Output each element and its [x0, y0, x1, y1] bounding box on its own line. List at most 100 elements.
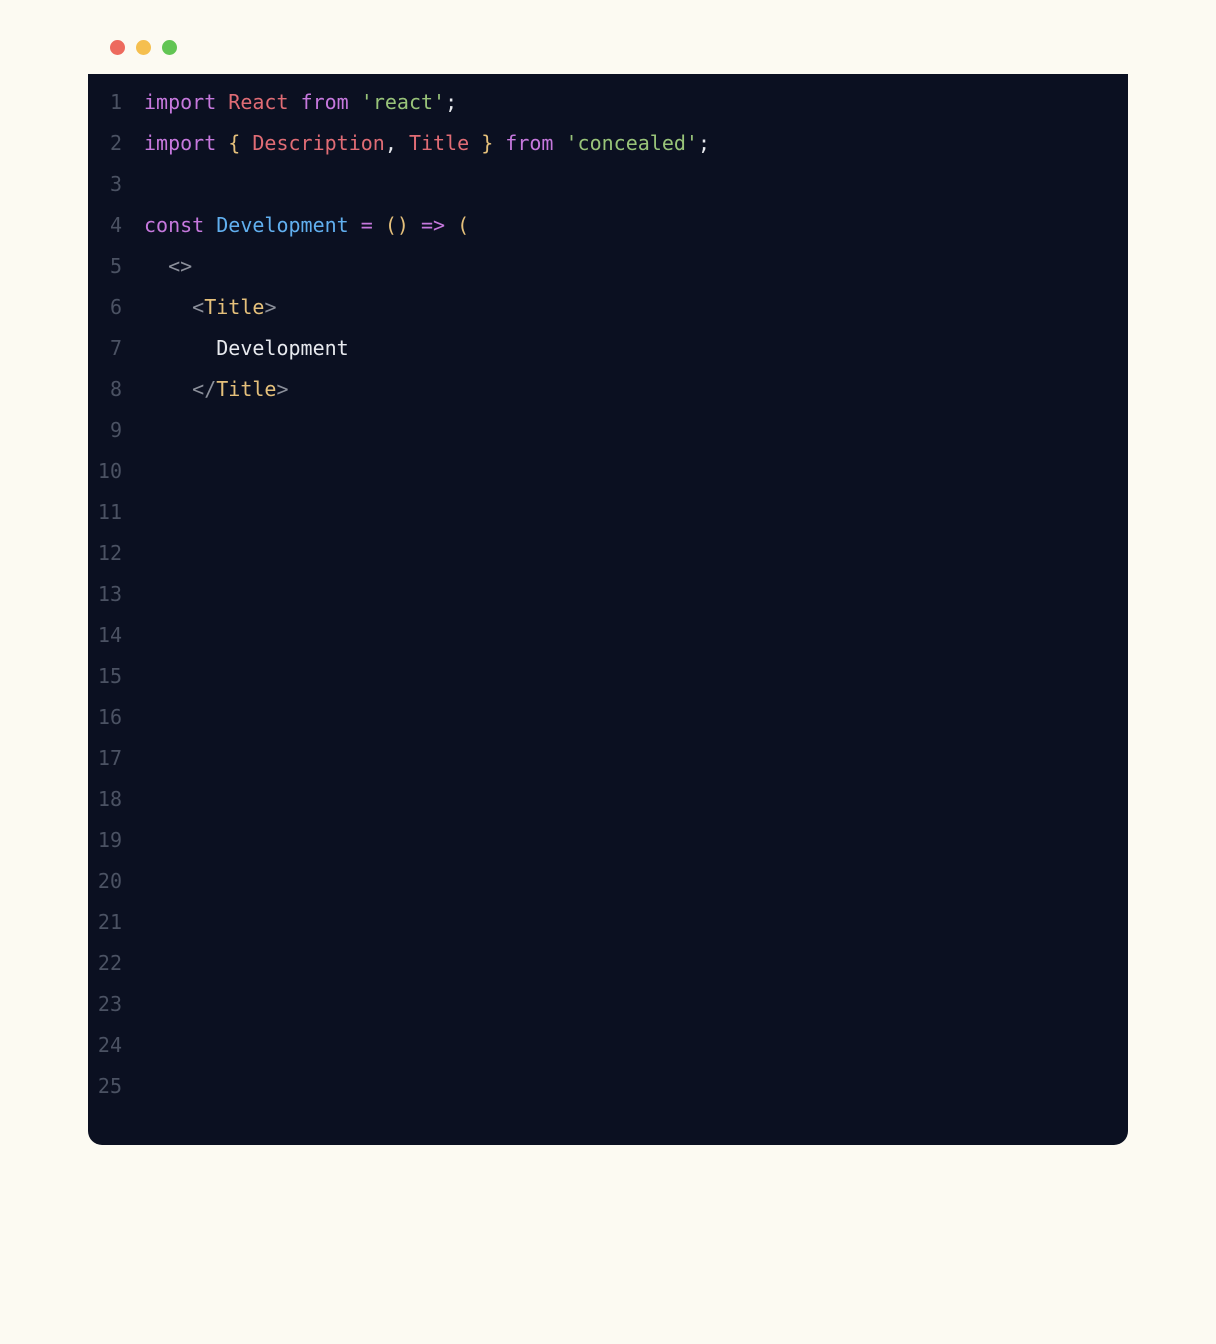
code-token: const [144, 213, 204, 237]
code-token: ( [385, 213, 397, 237]
code-token: ; [698, 131, 710, 155]
code-editor[interactable]: 1import React from 'react';2import { Des… [88, 74, 1128, 1145]
line-number: 5 [88, 256, 144, 276]
line-number: 18 [88, 789, 144, 809]
code-content[interactable]: <> [144, 256, 192, 276]
code-token [349, 213, 361, 237]
code-line[interactable]: 24 [88, 1035, 1128, 1076]
code-line[interactable]: 20 [88, 871, 1128, 912]
code-token [469, 131, 481, 155]
line-number: 20 [88, 871, 144, 891]
line-number: 2 [88, 133, 144, 153]
line-number: 16 [88, 707, 144, 727]
code-token: ; [445, 90, 457, 114]
code-line[interactable]: 2import { Description, Title } from 'con… [88, 133, 1128, 174]
code-line[interactable]: 18 [88, 789, 1128, 830]
close-icon[interactable] [110, 40, 125, 55]
code-token [216, 131, 228, 155]
line-number: 24 [88, 1035, 144, 1055]
code-line[interactable]: 17 [88, 748, 1128, 789]
code-token: { [228, 131, 240, 155]
code-token: <> [168, 254, 192, 278]
code-token: Title [216, 377, 276, 401]
code-content[interactable]: </Title> [144, 379, 289, 399]
line-number: 13 [88, 584, 144, 604]
code-line[interactable]: 16 [88, 707, 1128, 748]
code-token: import [144, 131, 216, 155]
code-line[interactable]: 11 [88, 502, 1128, 543]
code-token [493, 131, 505, 155]
code-token: </ [192, 377, 216, 401]
code-content[interactable]: <Title> [144, 297, 276, 317]
minimize-icon[interactable] [136, 40, 151, 55]
code-token: => [421, 213, 445, 237]
code-token [144, 377, 192, 401]
code-token [204, 213, 216, 237]
code-line[interactable]: 19 [88, 830, 1128, 871]
code-line[interactable]: 21 [88, 912, 1128, 953]
code-token: ( [457, 213, 469, 237]
line-number: 17 [88, 748, 144, 768]
code-token [144, 336, 216, 360]
line-number: 15 [88, 666, 144, 686]
line-number: 1 [88, 92, 144, 112]
code-token: import [144, 90, 216, 114]
line-number: 19 [88, 830, 144, 850]
code-line[interactable]: 22 [88, 953, 1128, 994]
code-token: Title [409, 131, 469, 155]
code-token: < [192, 295, 204, 319]
line-number: 7 [88, 338, 144, 358]
code-token [216, 90, 228, 114]
line-number: 22 [88, 953, 144, 973]
code-token: Development [216, 336, 348, 360]
code-token: Description [252, 131, 384, 155]
code-token [144, 295, 192, 319]
code-line[interactable]: 7 Development [88, 338, 1128, 379]
code-token [349, 90, 361, 114]
code-token: , [385, 131, 397, 155]
code-line[interactable]: 23 [88, 994, 1128, 1035]
line-number: 23 [88, 994, 144, 1014]
code-line[interactable]: 1import React from 'react'; [88, 92, 1128, 133]
code-line[interactable]: 5 <> [88, 256, 1128, 297]
code-token: Title [204, 295, 264, 319]
code-token: > [276, 377, 288, 401]
line-number: 8 [88, 379, 144, 399]
line-number: 14 [88, 625, 144, 645]
code-line[interactable]: 15 [88, 666, 1128, 707]
line-number: 12 [88, 543, 144, 563]
code-line[interactable]: 10 [88, 461, 1128, 502]
code-token: ) [397, 213, 409, 237]
code-line[interactable]: 4const Development = () => ( [88, 215, 1128, 256]
code-token [144, 254, 168, 278]
code-content[interactable]: import { Description, Title } from 'conc… [144, 133, 710, 153]
line-number: 4 [88, 215, 144, 235]
code-line[interactable]: 3 [88, 174, 1128, 215]
code-line[interactable]: 9 [88, 420, 1128, 461]
maximize-icon[interactable] [162, 40, 177, 55]
code-line[interactable]: 13 [88, 584, 1128, 625]
code-token [409, 213, 421, 237]
line-number: 6 [88, 297, 144, 317]
editor-window: 1import React from 'react';2import { Des… [88, 20, 1128, 1145]
line-number: 21 [88, 912, 144, 932]
code-token [373, 213, 385, 237]
code-token: 'react' [361, 90, 445, 114]
code-line[interactable]: 12 [88, 543, 1128, 584]
code-line[interactable]: 14 [88, 625, 1128, 666]
code-token [240, 131, 252, 155]
code-content[interactable]: import React from 'react'; [144, 92, 457, 112]
line-number: 3 [88, 174, 144, 194]
code-line[interactable]: 8 </Title> [88, 379, 1128, 420]
code-content[interactable]: const Development = () => ( [144, 215, 469, 235]
code-token [553, 131, 565, 155]
line-number: 10 [88, 461, 144, 481]
code-content[interactable]: Development [144, 338, 349, 358]
line-number: 9 [88, 420, 144, 440]
code-token: 'concealed' [566, 131, 698, 155]
window-titlebar [88, 20, 1128, 74]
code-token: = [361, 213, 373, 237]
code-line[interactable]: 25 [88, 1076, 1128, 1117]
code-line[interactable]: 6 <Title> [88, 297, 1128, 338]
line-number: 11 [88, 502, 144, 522]
